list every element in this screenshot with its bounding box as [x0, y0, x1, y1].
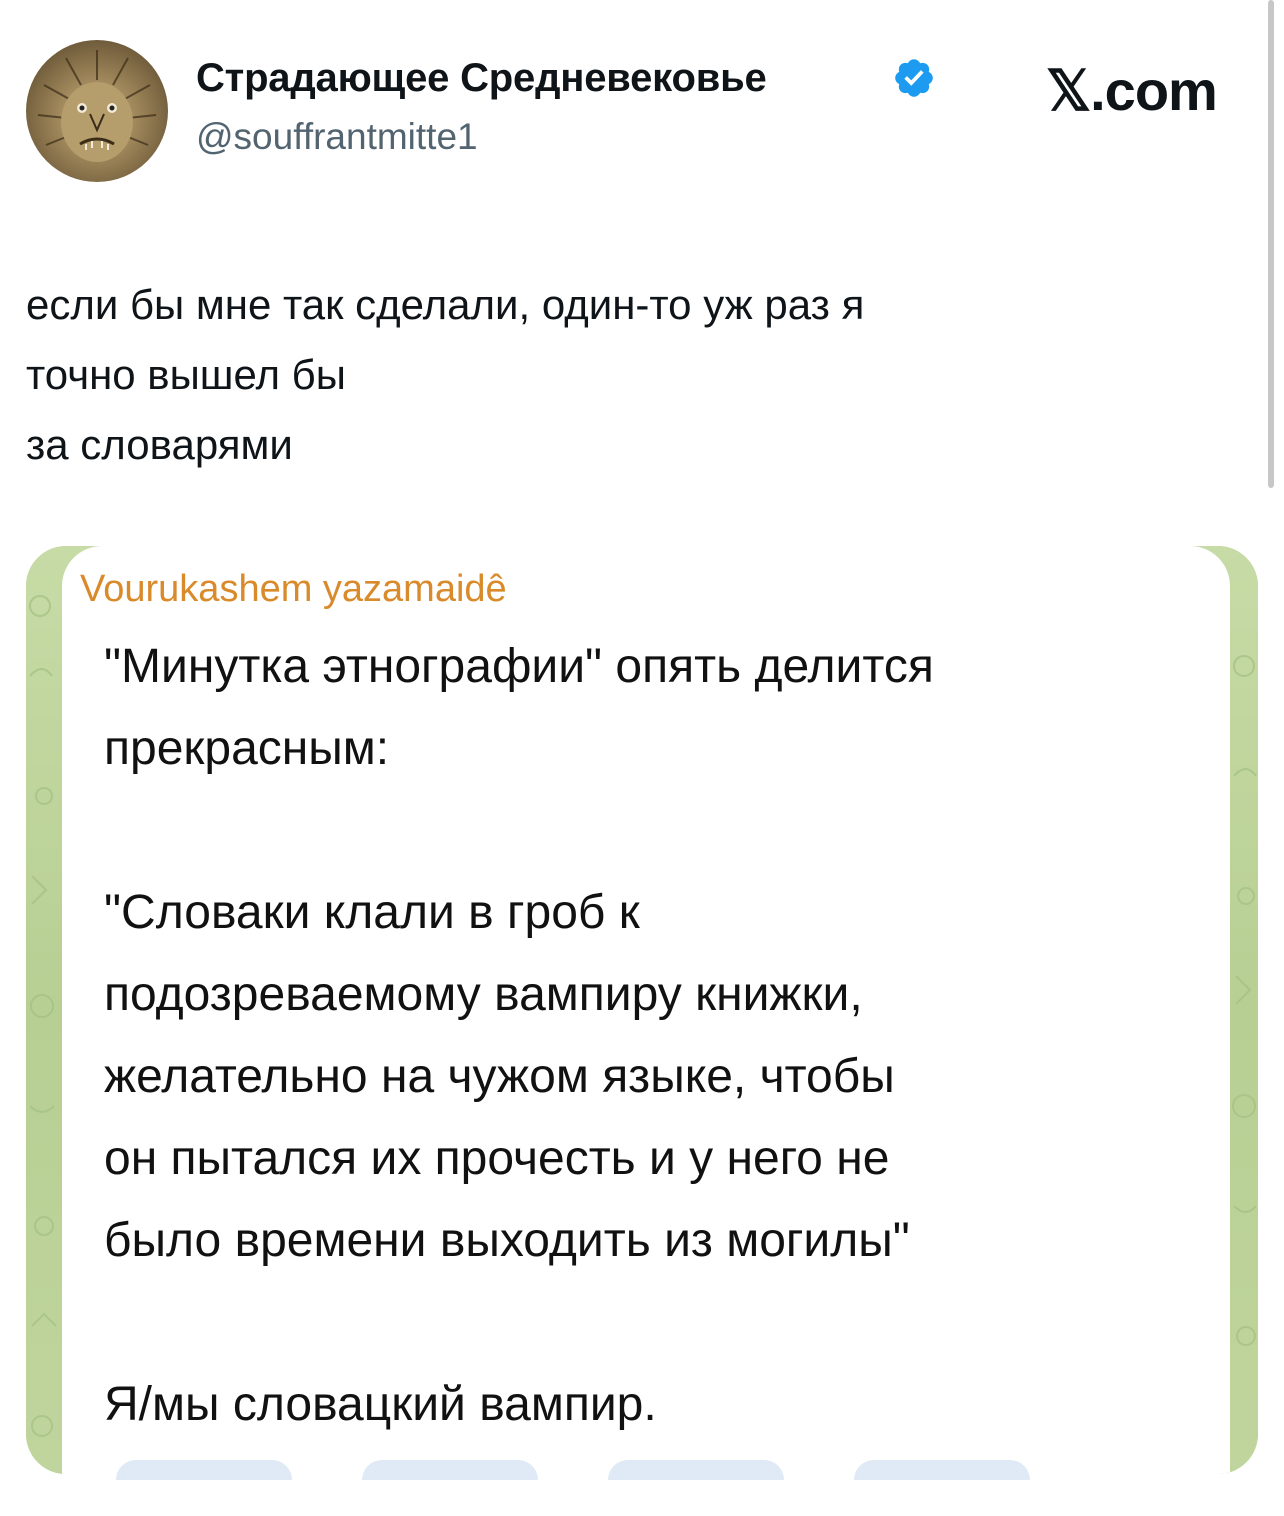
- reaction-chip[interactable]: [608, 1460, 784, 1480]
- message-line: он пытался их прочесть и у него не: [104, 1132, 890, 1185]
- message-line: было времени выходить из могилы": [104, 1214, 910, 1267]
- tweet-text: если бы мне так сделали, один-то уж раз …: [26, 270, 1226, 480]
- message-line: подозреваемому вампиру книжки,: [104, 968, 863, 1021]
- tweet-text-line: если бы мне так сделали, один-то уж раз …: [26, 281, 865, 328]
- reaction-chip[interactable]: [362, 1460, 538, 1480]
- message-line: "Минутка этнографии" опять делится: [104, 640, 934, 693]
- message-line: желательно на чужом языке, чтобы: [104, 1050, 895, 1103]
- message-text: "Минутка этнографии" опять делится прекр…: [104, 626, 1214, 1446]
- scrollbar[interactable]: [1268, 0, 1274, 488]
- reaction-bar: [116, 1460, 1030, 1480]
- tweet-text-line: точно вышел бы: [26, 351, 346, 398]
- brand-label: 𝕏.com: [1046, 59, 1218, 122]
- message-line: [104, 1282, 1214, 1364]
- reaction-chip[interactable]: [116, 1460, 292, 1480]
- verified-badge-icon: [895, 59, 933, 97]
- avatar[interactable]: [26, 40, 168, 182]
- message-line: [104, 790, 1214, 872]
- tweet-text-line: за словарями: [26, 421, 293, 468]
- message-line: "Словаки клали в гроб к: [104, 886, 640, 939]
- handle[interactable]: @souffrantmitte1: [196, 116, 478, 158]
- message-line: Я/мы словацкий вампир.: [104, 1378, 657, 1431]
- display-name[interactable]: Страдающее Средневековье: [196, 56, 767, 101]
- message-sender[interactable]: Vourukashem yazamaidê: [80, 568, 507, 611]
- avatar-image: [37, 50, 157, 162]
- message-line: прекрасным:: [104, 722, 390, 775]
- reaction-chip[interactable]: [854, 1460, 1030, 1480]
